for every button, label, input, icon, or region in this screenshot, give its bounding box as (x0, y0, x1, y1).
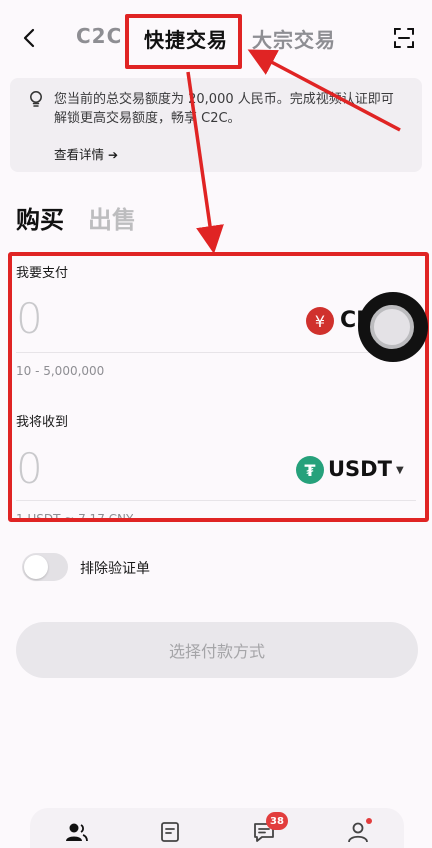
toggle-knob (24, 555, 48, 579)
view-details-label: 查看详情 (54, 147, 105, 162)
tab-bulk-trade[interactable]: 大宗交易 (252, 24, 336, 53)
profile-icon[interactable] (346, 820, 370, 844)
tab-sell[interactable]: 出售 (88, 200, 136, 235)
select-payment-method-button[interactable]: 选择付款方式 (16, 622, 418, 678)
bottom-nav (30, 808, 404, 848)
notice-text: 您当前的总交易额度为 20,000 人民币。完成视频认证即可解锁更高交易额度，畅… (54, 92, 394, 126)
profile-notification-dot (366, 818, 372, 824)
touch-indicator-inner (370, 305, 414, 349)
annotation-box-form (8, 252, 429, 522)
tab-buy[interactable]: 购买 (16, 200, 64, 235)
quick-trade-page: C2C 快捷交易 大宗交易 您当前的总交易额度为 20,000 人民币。完成视频… (0, 0, 432, 848)
p2p-icon[interactable] (64, 820, 88, 844)
chat-badge: 38 (266, 812, 288, 830)
tab-c2c[interactable]: C2C (76, 24, 122, 48)
exclude-verified-label: 排除验证单 (80, 561, 150, 577)
lightbulb-icon (30, 91, 42, 107)
scan-icon[interactable] (392, 26, 416, 50)
annotation-box-tab (125, 14, 242, 69)
back-arrow-icon[interactable] (18, 26, 42, 50)
verification-notice: 您当前的总交易额度为 20,000 人民币。完成视频认证即可解锁更高交易额度，畅… (10, 78, 422, 172)
arrow-right-icon: ➔ (108, 148, 119, 162)
view-details-link[interactable]: 查看详情 ➔ (54, 144, 118, 163)
exclude-verified-toggle[interactable] (22, 553, 68, 581)
orders-icon[interactable] (158, 820, 182, 844)
